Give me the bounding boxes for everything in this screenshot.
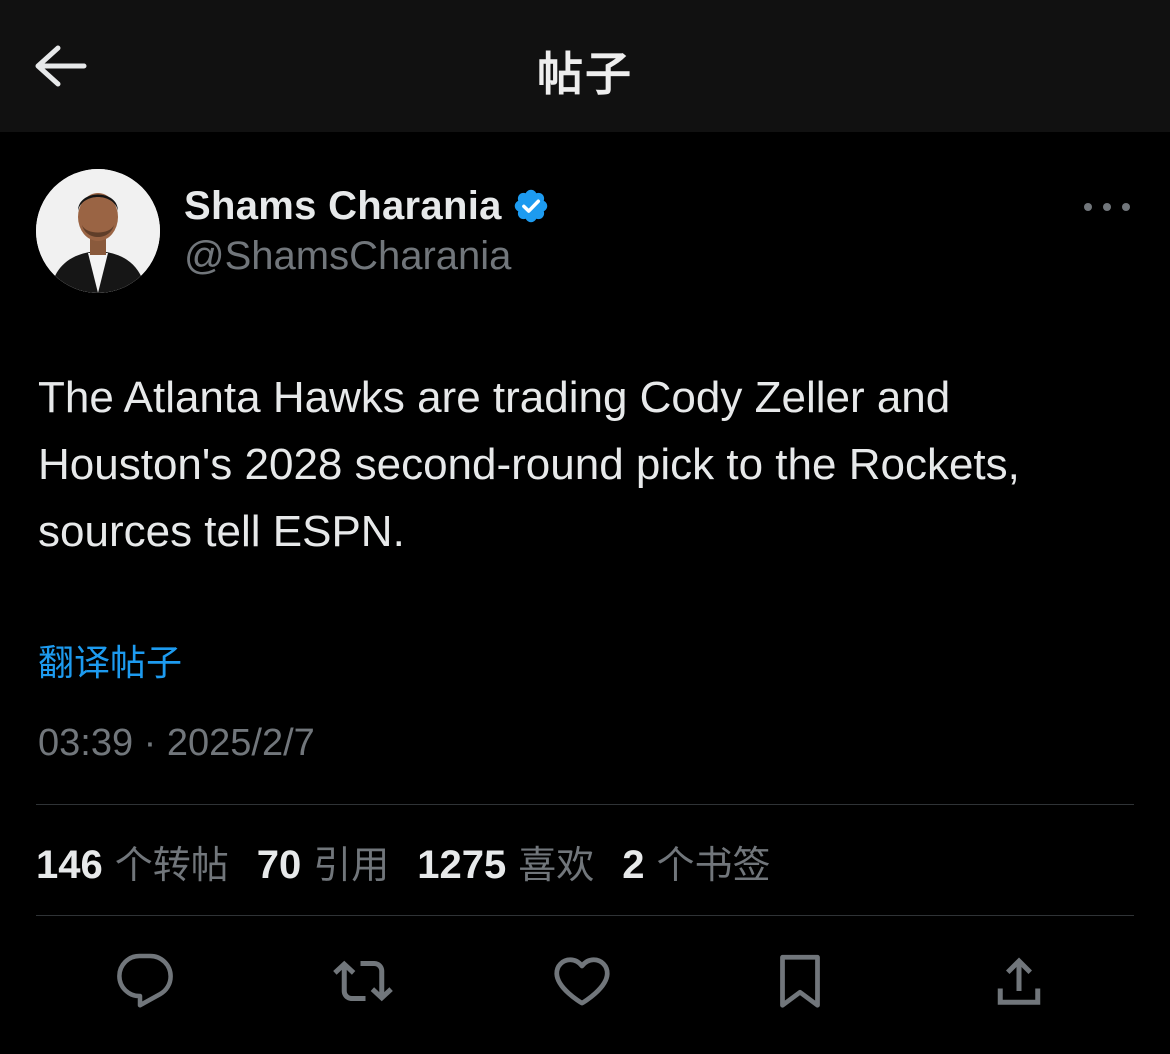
stat-reposts[interactable]: 146 个转帖 xyxy=(36,834,229,889)
avatar[interactable] xyxy=(36,169,160,293)
like-button[interactable] xyxy=(547,946,617,1016)
author-handle[interactable]: @ShamsCharania xyxy=(184,234,511,279)
author-display-name[interactable]: Shams Charania xyxy=(184,184,502,229)
action-bar xyxy=(0,946,1170,1016)
stat-likes[interactable]: 1275 喜欢 xyxy=(417,834,594,889)
bookmark-icon xyxy=(780,954,820,1008)
share-button[interactable] xyxy=(984,946,1054,1016)
more-dot-icon xyxy=(1122,203,1130,211)
stat-bookmarks[interactable]: 2 个书签 xyxy=(622,834,770,889)
tweet-text: The Atlanta Hawks are trading Cody Zelle… xyxy=(38,373,1020,556)
engagement-stats: 146 个转帖 70 引用 1275 喜欢 2 个书签 xyxy=(36,834,799,888)
page-title: 帖子 xyxy=(537,47,633,101)
more-dot-icon xyxy=(1103,203,1111,211)
stat-quotes[interactable]: 70 引用 xyxy=(257,834,390,889)
stat-label: 引用 xyxy=(313,842,390,887)
retweet-button[interactable] xyxy=(328,946,398,1016)
like-icon xyxy=(554,957,610,1006)
verified-badge-icon xyxy=(512,187,550,225)
translate-post-link[interactable]: 翻译帖子 xyxy=(38,634,182,686)
stat-label: 个转帖 xyxy=(114,842,229,887)
divider xyxy=(36,804,1134,805)
stat-count: 2 xyxy=(622,842,645,887)
share-icon xyxy=(997,957,1041,1005)
stat-count: 1275 xyxy=(417,842,507,887)
retweet-icon xyxy=(333,960,393,1002)
stat-label: 喜欢 xyxy=(518,842,595,887)
author-name-row: Shams Charania xyxy=(184,182,550,230)
stat-count: 70 xyxy=(256,842,302,887)
reply-icon xyxy=(117,953,173,1008)
tweet-timestamp[interactable]: 03:39 · 2025/2/7 xyxy=(38,722,315,765)
bookmark-button[interactable] xyxy=(765,946,835,1016)
stat-count: 146 xyxy=(36,842,103,887)
divider xyxy=(36,915,1134,916)
more-dot-icon xyxy=(1084,203,1092,211)
top-bar: 帖子 xyxy=(0,0,1170,132)
stat-label: 个书签 xyxy=(656,842,771,887)
reply-button[interactable] xyxy=(110,946,180,1016)
more-options-button[interactable] xyxy=(1084,194,1130,220)
